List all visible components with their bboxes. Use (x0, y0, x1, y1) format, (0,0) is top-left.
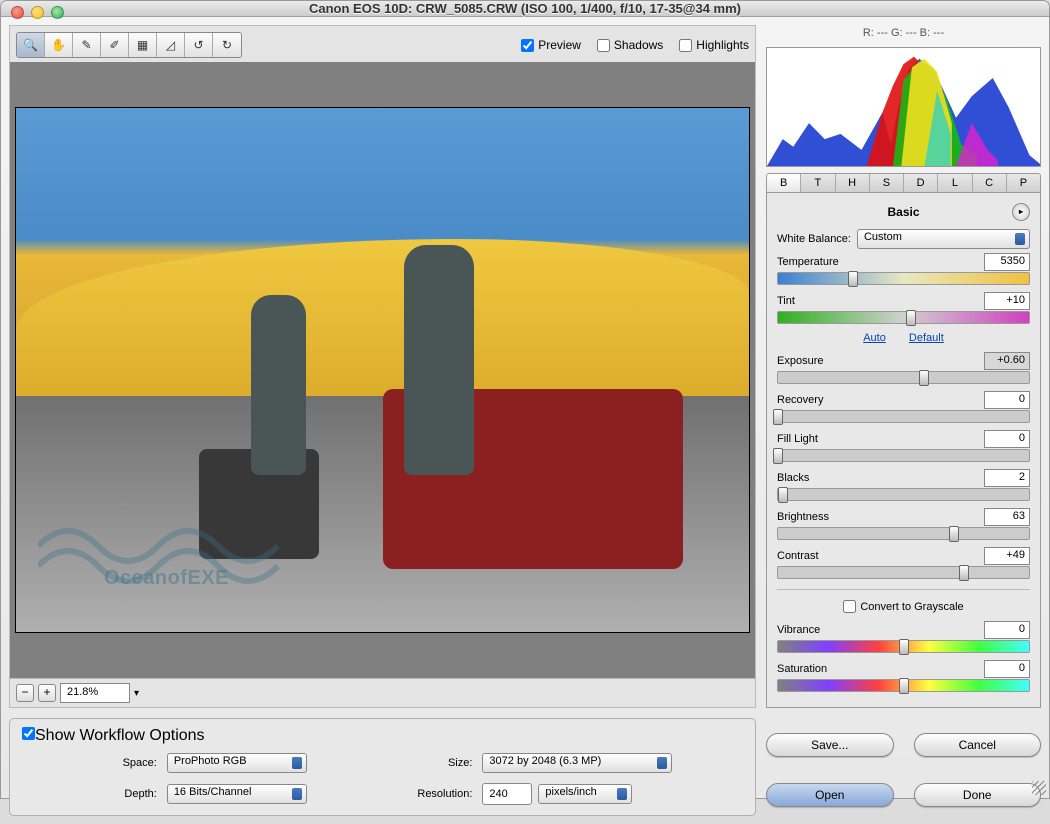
default-link[interactable]: Default (909, 332, 944, 344)
show-workflow-checkbox[interactable] (22, 727, 35, 740)
resolution-label: Resolution: (317, 788, 473, 800)
rotate-ccw-button[interactable]: ↺ (185, 33, 213, 57)
save-button[interactable]: Save... (766, 733, 894, 757)
highlights-checkbox[interactable]: Highlights (679, 38, 749, 52)
panel-title: Basic (887, 205, 919, 219)
window-titlebar: Canon EOS 10D: CRW_5085.CRW (ISO 100, 1/… (1, 1, 1049, 17)
zoom-menu-button[interactable]: ▾ (134, 688, 148, 699)
contrast-slider[interactable] (777, 566, 1030, 579)
tab-tone-curve[interactable]: T (801, 174, 835, 192)
grayscale-label: Convert to Grayscale (860, 601, 963, 613)
close-window-button[interactable] (11, 6, 24, 19)
done-button[interactable]: Done (914, 783, 1042, 807)
filllight-value[interactable]: 0 (984, 430, 1030, 448)
space-label: Space: (22, 757, 157, 769)
tint-slider[interactable] (777, 311, 1030, 324)
image-preview-area[interactable]: OceanofEXE (10, 62, 755, 678)
depth-select[interactable]: 16 Bits/Channel (167, 784, 307, 804)
auto-link[interactable]: Auto (863, 332, 886, 344)
recovery-label: Recovery (777, 394, 823, 406)
tab-split-toning[interactable]: S (870, 174, 904, 192)
grayscale-checkbox[interactable] (843, 600, 856, 613)
rotate-cw-button[interactable]: ↻ (213, 33, 241, 57)
tool-palette: 🔍 ✋ ✎ ✐ ▦ ◿ ↺ ↻ (16, 32, 242, 58)
blacks-label: Blacks (777, 472, 809, 484)
exposure-slider[interactable] (777, 371, 1030, 384)
hand-tool[interactable]: ✋ (45, 33, 73, 57)
saturation-value[interactable]: 0 (984, 660, 1030, 678)
exposure-label: Exposure (777, 355, 823, 367)
vibrance-value[interactable]: 0 (984, 621, 1030, 639)
depth-label: Depth: (22, 788, 157, 800)
tab-hsl[interactable]: H (836, 174, 870, 192)
brightness-slider[interactable] (777, 527, 1030, 540)
shadows-checkbox[interactable]: Shadows (597, 38, 663, 52)
resolution-unit-select[interactable]: pixels/inch (538, 784, 632, 804)
resolution-field[interactable] (482, 783, 532, 805)
white-balance-label: White Balance: (777, 233, 851, 245)
white-balance-select[interactable]: Custom (857, 229, 1030, 249)
filllight-label: Fill Light (777, 433, 818, 445)
tab-calibration[interactable]: C (973, 174, 1007, 192)
tab-lens[interactable]: L (938, 174, 972, 192)
zoom-tool[interactable]: 🔍 (17, 33, 45, 57)
space-select[interactable]: ProPhoto RGB (167, 753, 307, 773)
white-balance-tool[interactable]: ✎ (73, 33, 101, 57)
open-button[interactable]: Open (766, 783, 894, 807)
zoom-in-button[interactable]: + (38, 684, 56, 702)
histogram[interactable] (766, 47, 1041, 167)
workflow-options-group: Show Workflow Options Space: ProPhoto RG… (9, 718, 756, 816)
temperature-slider[interactable] (777, 272, 1030, 285)
filllight-slider[interactable] (777, 449, 1030, 462)
panel-menu-button[interactable]: ▸ (1012, 203, 1030, 221)
recovery-slider[interactable] (777, 410, 1030, 423)
minimize-window-button[interactable] (31, 6, 44, 19)
tint-value[interactable]: +10 (984, 292, 1030, 310)
contrast-label: Contrast (777, 550, 819, 562)
preview-checkbox[interactable]: Preview (521, 38, 581, 52)
adjustment-tabs: B T H S D L C P (766, 173, 1041, 193)
zoom-out-button[interactable]: − (16, 684, 34, 702)
blacks-slider[interactable] (777, 488, 1030, 501)
watermark-text: OceanofEXE (104, 567, 229, 590)
tab-presets[interactable]: P (1007, 174, 1040, 192)
saturation-slider[interactable] (777, 679, 1030, 692)
size-label: Size: (317, 757, 473, 769)
tab-basic[interactable]: B (767, 174, 801, 192)
cancel-button[interactable]: Cancel (914, 733, 1042, 757)
temperature-label: Temperature (777, 256, 839, 268)
color-sampler-tool[interactable]: ✐ (101, 33, 129, 57)
tint-label: Tint (777, 295, 795, 307)
contrast-value[interactable]: +49 (984, 547, 1030, 565)
vibrance-slider[interactable] (777, 640, 1030, 653)
brightness-value[interactable]: 63 (984, 508, 1030, 526)
vibrance-label: Vibrance (777, 624, 820, 636)
crop-tool[interactable]: ▦ (129, 33, 157, 57)
zoom-window-button[interactable] (51, 6, 64, 19)
blacks-value[interactable]: 2 (984, 469, 1030, 487)
tab-detail[interactable]: D (904, 174, 938, 192)
exposure-value[interactable]: +0.60 (984, 352, 1030, 370)
recovery-value[interactable]: 0 (984, 391, 1030, 409)
window-title: Canon EOS 10D: CRW_5085.CRW (ISO 100, 1/… (309, 1, 741, 16)
brightness-label: Brightness (777, 511, 829, 523)
workflow-legend: Show Workflow Options (35, 727, 205, 744)
straighten-tool[interactable]: ◿ (157, 33, 185, 57)
rgb-readout: R: --- G: --- B: --- (766, 25, 1041, 41)
saturation-label: Saturation (777, 663, 827, 675)
zoom-level-field[interactable]: 21.8% (60, 683, 130, 703)
temperature-value[interactable]: 5350 (984, 253, 1030, 271)
size-select[interactable]: 3072 by 2048 (6.3 MP) (482, 753, 672, 773)
resize-grip-icon[interactable] (1032, 781, 1046, 795)
